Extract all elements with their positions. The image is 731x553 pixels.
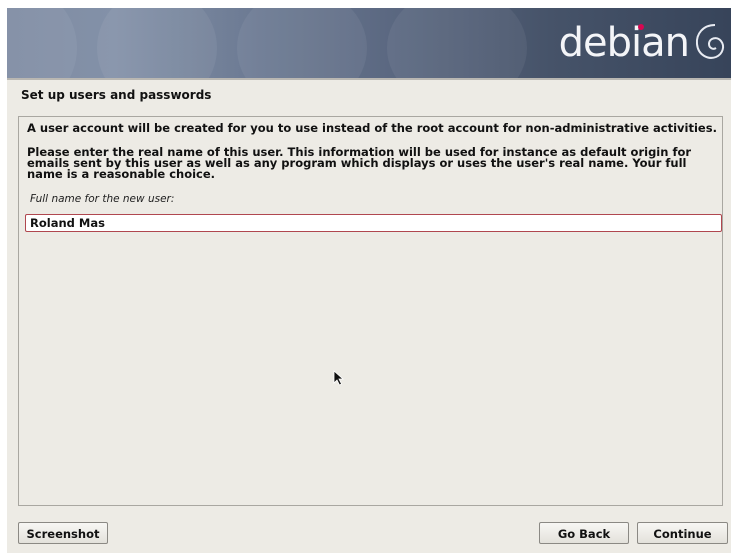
banner-decoration — [387, 8, 527, 78]
banner-divider — [7, 78, 731, 80]
banner-decoration — [237, 8, 367, 78]
full-name-input[interactable]: Roland Mas — [25, 214, 722, 232]
debian-logo: debian — [558, 18, 690, 68]
banner-decoration — [97, 8, 217, 78]
step-title: Set up users and passwords — [21, 88, 212, 102]
screenshot-button[interactable]: Screenshot — [18, 522, 108, 544]
installer-window: debian Set up users and passwords A user… — [7, 8, 731, 553]
banner-decoration — [7, 8, 77, 78]
content-panel: A user account will be created for you t… — [18, 116, 723, 506]
continue-button[interactable]: Continue — [637, 522, 728, 544]
debian-logo-dot — [637, 24, 644, 30]
debian-banner: debian — [7, 8, 731, 78]
mouse-pointer-icon — [333, 370, 344, 386]
debian-logo-text: debian — [558, 20, 690, 66]
description-text-2: Please enter the real name of this user.… — [27, 145, 692, 181]
description-text-1: A user account will be created for you t… — [27, 121, 717, 135]
go-back-button[interactable]: Go Back — [539, 522, 629, 544]
debian-swirl-icon — [695, 24, 725, 59]
full-name-label: Full name for the new user: — [30, 193, 175, 205]
